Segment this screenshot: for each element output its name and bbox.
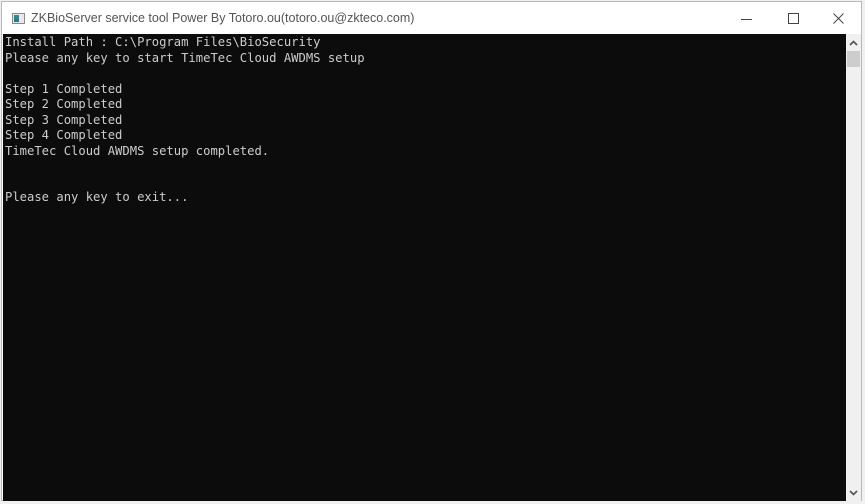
console-app-icon[interactable] [12,13,25,24]
title-bar[interactable]: ZKBioServer service tool Power By Totoro… [2,2,861,34]
scroll-up-button[interactable] [846,34,861,51]
close-icon [833,13,844,24]
chevron-down-icon [849,489,858,496]
console-line: Please any key to start TimeTec Cloud AW… [5,50,365,65]
scroll-down-button[interactable] [846,484,861,501]
console-line: TimeTec Cloud AWDMS setup completed. [5,143,270,158]
console-line: Step 4 Completed [5,128,123,142]
console-line: Install Path : C:\Program Files\BioSecur… [5,35,321,49]
console-line: Step 3 Completed [5,112,123,127]
console-line: Step 2 Completed [5,97,123,111]
maximize-button[interactable] [770,2,816,34]
minimize-button[interactable] [724,2,770,34]
chevron-up-icon [849,39,858,46]
vertical-scrollbar[interactable] [846,34,861,501]
console-line: Step 1 Completed [5,81,123,96]
console-line: Please any key to exit... [5,190,189,204]
close-button[interactable] [816,2,862,34]
scrollbar-thumb[interactable] [847,51,860,67]
window-title: ZKBioServer service tool Power By Totoro… [31,11,415,25]
console-output[interactable]: Install Path : C:\Program Files\BioSecur… [3,34,846,501]
console-window: ZKBioServer service tool Power By Totoro… [1,1,862,501]
